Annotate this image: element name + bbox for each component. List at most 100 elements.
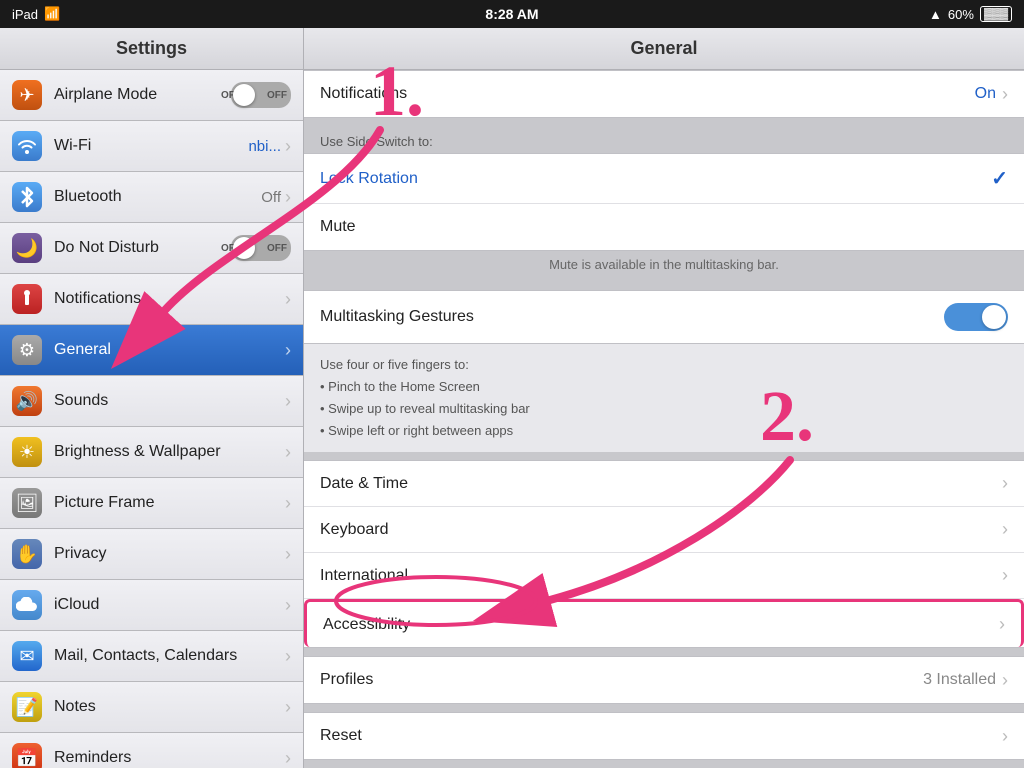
international-label: International — [320, 567, 1002, 585]
profiles-chevron: › — [1002, 670, 1008, 691]
mute-note: Mute is available in the multitasking ba… — [304, 251, 1024, 282]
date-time-chevron: › — [1002, 473, 1008, 494]
sidebar-item-donotdisturb[interactable]: 🌙 Do Not Disturb OFF — [0, 223, 303, 274]
general-label: General — [54, 341, 285, 359]
airplane-toggle[interactable]: OFF — [231, 82, 291, 108]
sidebar-item-bluetooth[interactable]: Bluetooth Off › — [0, 172, 303, 223]
profiles-label: Profiles — [320, 671, 923, 689]
notifications-row[interactable]: Notifications On › — [304, 71, 1024, 117]
reminders-chevron: › — [285, 748, 291, 768]
lock-rotation-checkmark: ✓ — [991, 166, 1008, 191]
donotdisturb-label: Do Not Disturb — [54, 239, 231, 257]
notes-chevron: › — [285, 697, 291, 718]
sidebar-item-pictureframe[interactable]: 🖼 Picture Frame › — [0, 478, 303, 529]
notifications-row-label: Notifications — [320, 85, 975, 103]
sidebar-item-mail[interactable]: ✉ Mail, Contacts, Calendars › — [0, 631, 303, 682]
general-icon: ⚙ — [12, 335, 42, 365]
sidebar-item-notifications[interactable]: Notifications › — [0, 274, 303, 325]
reminders-icon: 📅 — [12, 743, 42, 768]
device-label: iPad — [12, 7, 38, 22]
brightness-chevron: › — [285, 442, 291, 463]
sidebar-item-airplane[interactable]: ✈ Airplane Mode OFF — [0, 70, 303, 121]
brightness-label: Brightness & Wallpaper — [54, 443, 285, 461]
icloud-chevron: › — [285, 595, 291, 616]
bluetooth-label: Bluetooth — [54, 188, 261, 206]
lock-rotation-label: Lock Rotation — [320, 170, 991, 188]
donotdisturb-toggle[interactable]: OFF — [231, 235, 291, 261]
privacy-chevron: › — [285, 544, 291, 565]
mute-row[interactable]: Mute — [304, 204, 1024, 250]
gestures-desc1: Use four or five fingers to: — [320, 354, 1008, 376]
sidebar-item-general[interactable]: ⚙ General › — [0, 325, 303, 376]
sidebar-item-reminders[interactable]: 📅 Reminders › — [0, 733, 303, 768]
multitasking-toggle[interactable] — [944, 303, 1008, 331]
pictureframe-chevron: › — [285, 493, 291, 514]
sidebar-item-privacy[interactable]: ✋ Privacy › — [0, 529, 303, 580]
keyboard-label: Keyboard — [320, 521, 1002, 539]
multitasking-gestures-label: Multitasking Gestures — [320, 308, 944, 326]
signal-icon: ▲ — [929, 7, 942, 22]
content-area: General Notifications On › Use Side Swit… — [304, 28, 1024, 768]
notifications-row-value: On — [975, 85, 996, 103]
international-row[interactable]: International › — [304, 553, 1024, 599]
wifi-value: nbi... — [248, 138, 281, 155]
icloud-icon — [12, 590, 42, 620]
status-right: ▲ 60% ▓▓▓ — [929, 6, 1012, 22]
mail-chevron: › — [285, 646, 291, 667]
sidebar-item-icloud[interactable]: iCloud › — [0, 580, 303, 631]
wifi-label: Wi-Fi — [54, 137, 248, 155]
date-time-row[interactable]: Date & Time › — [304, 461, 1024, 507]
side-switch-section: Use Side Switch to: Lock Rotation ✓ Mute… — [304, 126, 1024, 282]
accessibility-label: Accessibility — [323, 616, 999, 634]
notes-icon: 📝 — [12, 692, 42, 722]
notes-label: Notes — [54, 698, 285, 716]
mute-label: Mute — [320, 218, 1008, 236]
wifi-status-icon: 📶 — [44, 6, 60, 22]
gestures-desc3: • Swipe up to reveal multitasking bar — [320, 398, 1008, 420]
bluetooth-chevron: › — [285, 187, 291, 208]
sidebar-title: Settings — [0, 28, 303, 70]
reset-section: Reset › — [304, 712, 1024, 760]
pictureframe-label: Picture Frame — [54, 494, 285, 512]
brightness-icon: ☀ — [12, 437, 42, 467]
wifi-chevron: › — [285, 136, 291, 157]
mail-label: Mail, Contacts, Calendars — [54, 647, 285, 665]
reset-chevron: › — [1002, 726, 1008, 747]
mail-icon: ✉ — [12, 641, 42, 671]
sidebar-item-wifi[interactable]: Wi-Fi nbi... › — [0, 121, 303, 172]
multitasking-section: Multitasking Gestures Use four or five f… — [304, 290, 1024, 452]
sidebar-item-brightness[interactable]: ☀ Brightness & Wallpaper › — [0, 427, 303, 478]
bluetooth-value: Off — [261, 189, 281, 206]
privacy-label: Privacy — [54, 545, 285, 563]
gestures-desc4: • Swipe left or right between apps — [320, 420, 1008, 442]
general-chevron: › — [285, 340, 291, 361]
battery-label: 60% — [948, 7, 974, 22]
sounds-chevron: › — [285, 391, 291, 412]
nav-section: Date & Time › Keyboard › International ›… — [304, 460, 1024, 648]
lock-rotation-row[interactable]: Lock Rotation ✓ — [304, 154, 1024, 204]
sidebar-item-notes[interactable]: 📝 Notes › — [0, 682, 303, 733]
content-title: General — [304, 28, 1024, 70]
airplane-label: Airplane Mode — [54, 86, 231, 104]
notifications-chevron: › — [285, 289, 291, 310]
status-time: 8:28 AM — [485, 6, 538, 22]
reminders-label: Reminders — [54, 749, 285, 767]
bluetooth-icon — [12, 182, 42, 212]
profiles-row[interactable]: Profiles 3 Installed › — [304, 657, 1024, 703]
privacy-icon: ✋ — [12, 539, 42, 569]
date-time-label: Date & Time — [320, 475, 1002, 493]
sidebar-item-sounds[interactable]: 🔊 Sounds › — [0, 376, 303, 427]
profiles-section: Profiles 3 Installed › — [304, 656, 1024, 704]
accessibility-row[interactable]: Accessibility › — [304, 599, 1024, 647]
notifications-row-chevron: › — [1002, 84, 1008, 105]
international-chevron: › — [1002, 565, 1008, 586]
sounds-label: Sounds — [54, 392, 285, 410]
airplane-icon: ✈ — [12, 80, 42, 110]
sidebar: Settings ✈ Airplane Mode OFF Wi-Fi nbi..… — [0, 28, 304, 768]
reset-row[interactable]: Reset › — [304, 713, 1024, 759]
keyboard-chevron: › — [1002, 519, 1008, 540]
gestures-description: Use four or five fingers to: • Pinch to … — [304, 344, 1024, 452]
keyboard-row[interactable]: Keyboard › — [304, 507, 1024, 553]
side-switch-label: Use Side Switch to: — [304, 126, 1024, 153]
multitasking-gestures-row[interactable]: Multitasking Gestures — [304, 291, 1024, 343]
